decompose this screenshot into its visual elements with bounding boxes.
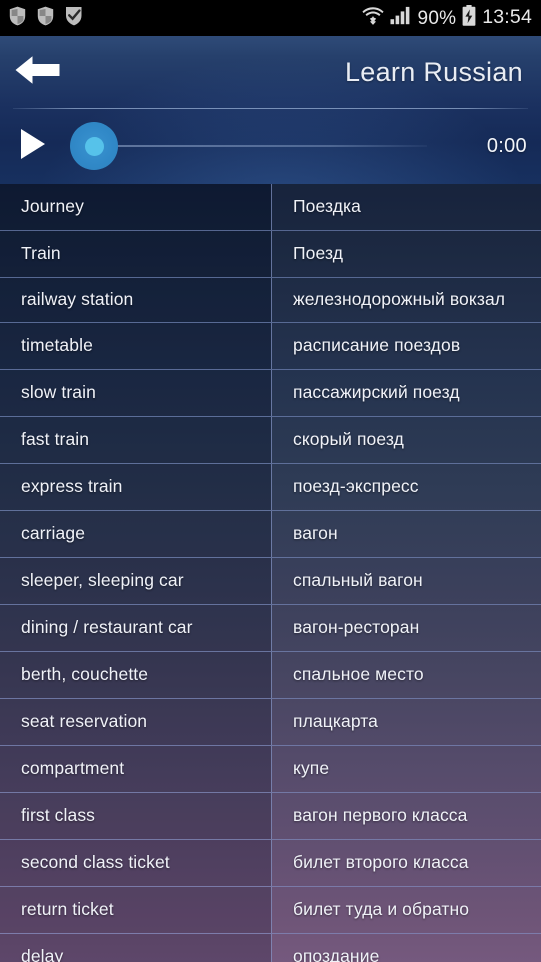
- cell-english: sleeper, sleeping car: [0, 558, 272, 604]
- table-row[interactable]: express train поезд-экспресс: [0, 464, 541, 511]
- cell-russian: спальный вагон: [272, 558, 541, 604]
- table-row[interactable]: carriage вагон: [0, 511, 541, 558]
- status-bar-right-icons: 90% 13:54: [361, 5, 532, 31]
- shield-icon: [37, 6, 54, 31]
- back-arrow-icon: [14, 53, 61, 92]
- cell-english: slow train: [0, 370, 272, 416]
- back-button[interactable]: [14, 50, 66, 94]
- table-row[interactable]: timetable расписание поездов: [0, 323, 541, 370]
- audio-seek-slider[interactable]: [70, 116, 473, 176]
- cell-russian: вагон-ресторан: [272, 605, 541, 651]
- table-row[interactable]: railway station железнодорожный вокзал: [0, 278, 541, 323]
- table-row[interactable]: sleeper, sleeping car спальный вагон: [0, 558, 541, 605]
- cell-russian: вагон: [272, 511, 541, 557]
- status-bar-clock: 13:54: [482, 6, 532, 29]
- cell-english: timetable: [0, 323, 272, 369]
- cell-russian: скорый поезд: [272, 417, 541, 463]
- cell-english: express train: [0, 464, 272, 510]
- elapsed-time-label: 0:00: [486, 134, 527, 157]
- battery-percent-label: 90%: [417, 7, 457, 29]
- cell-russian: купе: [272, 746, 541, 792]
- cell-russian: Поезд: [272, 231, 541, 277]
- table-row[interactable]: Train Поезд: [0, 231, 541, 278]
- cellular-signal-icon: [390, 6, 412, 30]
- table-row[interactable]: seat reservation плацкарта: [0, 699, 541, 746]
- audio-player-bar: 0:00: [0, 109, 541, 183]
- cell-russian: плацкарта: [272, 699, 541, 745]
- status-bar-left-icons: [9, 6, 83, 31]
- table-row[interactable]: fast train скорый поезд: [0, 417, 541, 464]
- table-row[interactable]: compartment купе: [0, 746, 541, 793]
- seek-track[interactable]: [80, 145, 427, 147]
- table-row[interactable]: delay опоздание: [0, 934, 541, 962]
- play-icon: [18, 127, 48, 166]
- cell-russian: пассажирский поезд: [272, 370, 541, 416]
- app-screen: 90% 13:54 Learn Russian 0:00 Journey Пое…: [0, 0, 541, 962]
- status-bar: 90% 13:54: [0, 0, 541, 36]
- wifi-download-icon: [361, 5, 384, 31]
- table-row[interactable]: return ticket билет туда и обратно: [0, 887, 541, 934]
- cell-russian: билет второго класса: [272, 840, 541, 886]
- battery-charging-icon: [462, 5, 476, 31]
- cell-russian: расписание поездов: [272, 323, 541, 369]
- shield-icon: [9, 6, 26, 31]
- page-title: Learn Russian: [344, 56, 523, 87]
- cell-russian: железнодорожный вокзал: [272, 278, 541, 322]
- cell-english: seat reservation: [0, 699, 272, 745]
- header-top-bar: Learn Russian: [0, 36, 541, 108]
- cell-english: dining / restaurant car: [0, 605, 272, 651]
- seek-thumb[interactable]: [70, 122, 118, 170]
- cell-english: Train: [0, 231, 272, 277]
- cell-russian: спальное место: [272, 652, 541, 698]
- vocabulary-list[interactable]: Journey Поездка Train Поезд railway station ж…: [0, 184, 541, 962]
- table-row[interactable]: Journey Поездка: [0, 184, 541, 231]
- table-row[interactable]: dining / restaurant car вагон-ресторан: [0, 605, 541, 652]
- table-row[interactable]: second class ticket билет второго класса: [0, 840, 541, 887]
- play-button[interactable]: [18, 126, 58, 166]
- table-row[interactable]: slow train пассажирский поезд: [0, 370, 541, 417]
- cell-english: carriage: [0, 511, 272, 557]
- cell-english: first class: [0, 793, 272, 839]
- cell-english: second class ticket: [0, 840, 272, 886]
- table-row[interactable]: first class вагон первого класса: [0, 793, 541, 840]
- app-header: Learn Russian 0:00: [0, 36, 541, 184]
- table-row[interactable]: berth, couchette спальное место: [0, 652, 541, 699]
- cell-russian: Поездка: [272, 184, 541, 230]
- cell-english: return ticket: [0, 887, 272, 933]
- cell-english: railway station: [0, 278, 272, 322]
- cell-english: fast train: [0, 417, 272, 463]
- cell-english: compartment: [0, 746, 272, 792]
- cell-russian: билет туда и обратно: [272, 887, 541, 933]
- cell-english: berth, couchette: [0, 652, 272, 698]
- cell-russian: опоздание: [272, 934, 541, 962]
- cell-russian: поезд-экспресс: [272, 464, 541, 510]
- cell-russian: вагон первого класса: [272, 793, 541, 839]
- shield-check-icon: [65, 6, 83, 31]
- cell-english: Journey: [0, 184, 272, 230]
- cell-english: delay: [0, 934, 272, 962]
